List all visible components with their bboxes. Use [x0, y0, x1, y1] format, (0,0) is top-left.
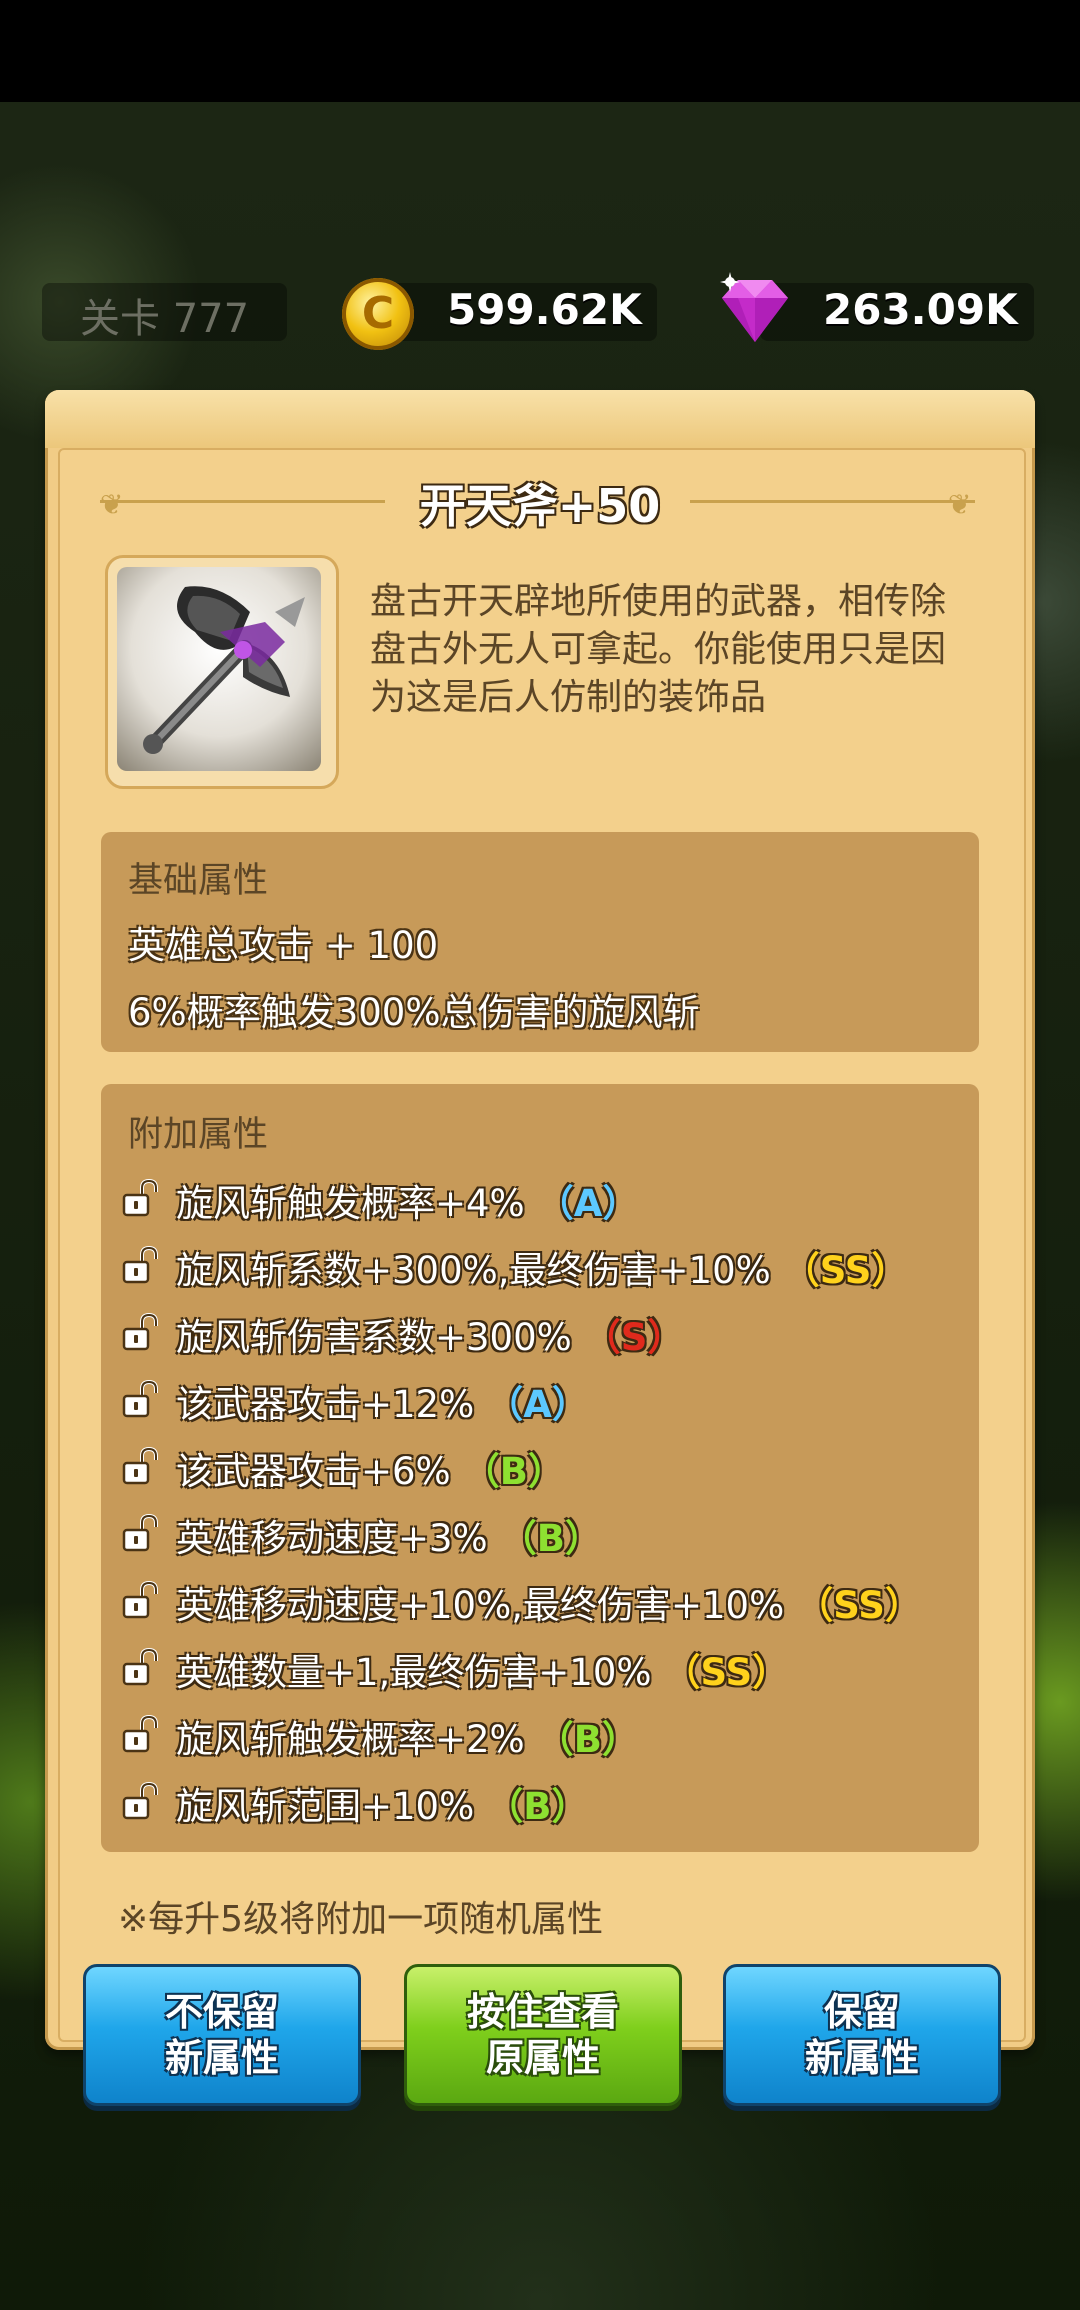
attribute-text: 英雄数量+1,最终伤害+10%	[176, 1651, 652, 1694]
attribute-text: 该武器攻击+6%	[176, 1450, 451, 1493]
base-attribute-line: 6%概率触发300%总伤害的旋风斩	[128, 991, 700, 1034]
axe-icon	[143, 586, 305, 754]
attribute-row: 该武器攻击+6% （B）	[120, 1440, 565, 1496]
extra-attributes-header: 附加属性	[128, 1115, 269, 1155]
unlock-icon[interactable]	[120, 1513, 176, 1557]
attribute-text: 旋风斩伤害系数+300%	[176, 1316, 572, 1359]
attribute-grade-badge: （A）	[536, 1182, 640, 1225]
item-title: 开天斧+50	[419, 479, 661, 533]
unlock-icon[interactable]	[120, 1580, 176, 1624]
attribute-text: 英雄移动速度+10%,最终伤害+10%	[176, 1584, 785, 1627]
attribute-row: 旋风斩系数+300%,最终伤害+10% （SS）	[120, 1239, 908, 1295]
coin-count: 599.62K	[447, 285, 642, 334]
attribute-row: 旋风斩触发概率+2% （B）	[120, 1708, 639, 1764]
coin-icon: C	[342, 278, 414, 350]
status-bar	[0, 0, 1080, 102]
attribute-grade-badge: （B）	[486, 1785, 589, 1828]
attribute-row: 该武器攻击+12% （A）	[120, 1373, 589, 1429]
attribute-grade-badge: （B）	[499, 1517, 602, 1560]
unlock-icon[interactable]	[120, 1312, 176, 1356]
hold-view-button-label: 按住查看 原属性	[466, 1990, 619, 2080]
panel-top-edge	[45, 390, 1035, 448]
unlock-icon[interactable]	[120, 1714, 176, 1758]
upgrade-note: ※每升5级将附加一项随机属性	[118, 1899, 604, 1940]
attribute-text: 旋风斩系数+300%,最终伤害+10%	[176, 1249, 771, 1292]
attribute-text: 旋风斩范围+10%	[176, 1785, 475, 1828]
unlock-icon[interactable]	[120, 1245, 176, 1289]
unlock-icon[interactable]	[120, 1781, 176, 1825]
gem-icon	[720, 272, 788, 342]
attribute-row: 旋风斩触发概率+4% （A）	[120, 1172, 639, 1228]
attribute-row: 旋风斩伤害系数+300% （S）	[120, 1306, 684, 1362]
attribute-text: 旋风斩触发概率+2%	[176, 1718, 525, 1761]
attribute-grade-badge: （A）	[486, 1383, 589, 1426]
attribute-text: 旋风斩触发概率+4%	[176, 1182, 525, 1225]
hold-view-original-button[interactable]: 按住查看 原属性	[404, 1964, 682, 2106]
level-label: 关卡 777	[80, 296, 250, 342]
item-description: 盘古开天辟地所使用的武器，相传除盘古外无人可拿起。你能使用只是因为这是后人仿制的…	[370, 581, 947, 718]
attribute-grade-badge: （SS）	[796, 1584, 922, 1627]
attribute-grade-badge: （SS）	[663, 1651, 790, 1694]
gem-count: 263.09K	[823, 285, 1018, 334]
base-attributes-header: 基础属性	[128, 861, 269, 901]
attribute-grade-badge: （S）	[583, 1316, 685, 1359]
attribute-grade-badge: （B）	[462, 1450, 565, 1493]
base-attribute-line: 英雄总攻击 + 100	[128, 924, 439, 967]
attribute-row: 旋风斩范围+10% （B）	[120, 1775, 588, 1831]
discard-button-label: 不保留 新属性	[164, 1990, 279, 2080]
discard-new-attributes-button[interactable]: 不保留 新属性	[83, 1964, 361, 2106]
attribute-text: 该武器攻击+12%	[176, 1383, 475, 1426]
keep-button-label: 保留 新属性	[804, 1990, 919, 2080]
keep-new-attributes-button[interactable]: 保留 新属性	[723, 1964, 1001, 2106]
attribute-grade-badge: （SS）	[782, 1249, 909, 1292]
attribute-row: 英雄移动速度+3% （B）	[120, 1507, 602, 1563]
attribute-grade-badge: （B）	[536, 1718, 639, 1761]
attribute-row: 英雄数量+1,最终伤害+10% （SS）	[120, 1641, 789, 1697]
attribute-text: 英雄移动速度+3%	[176, 1517, 488, 1560]
unlock-icon[interactable]	[120, 1178, 176, 1222]
attribute-row: 英雄移动速度+10%,最终伤害+10% （SS）	[120, 1574, 922, 1630]
unlock-icon[interactable]	[120, 1379, 176, 1423]
unlock-icon[interactable]	[120, 1446, 176, 1490]
unlock-icon[interactable]	[120, 1647, 176, 1691]
